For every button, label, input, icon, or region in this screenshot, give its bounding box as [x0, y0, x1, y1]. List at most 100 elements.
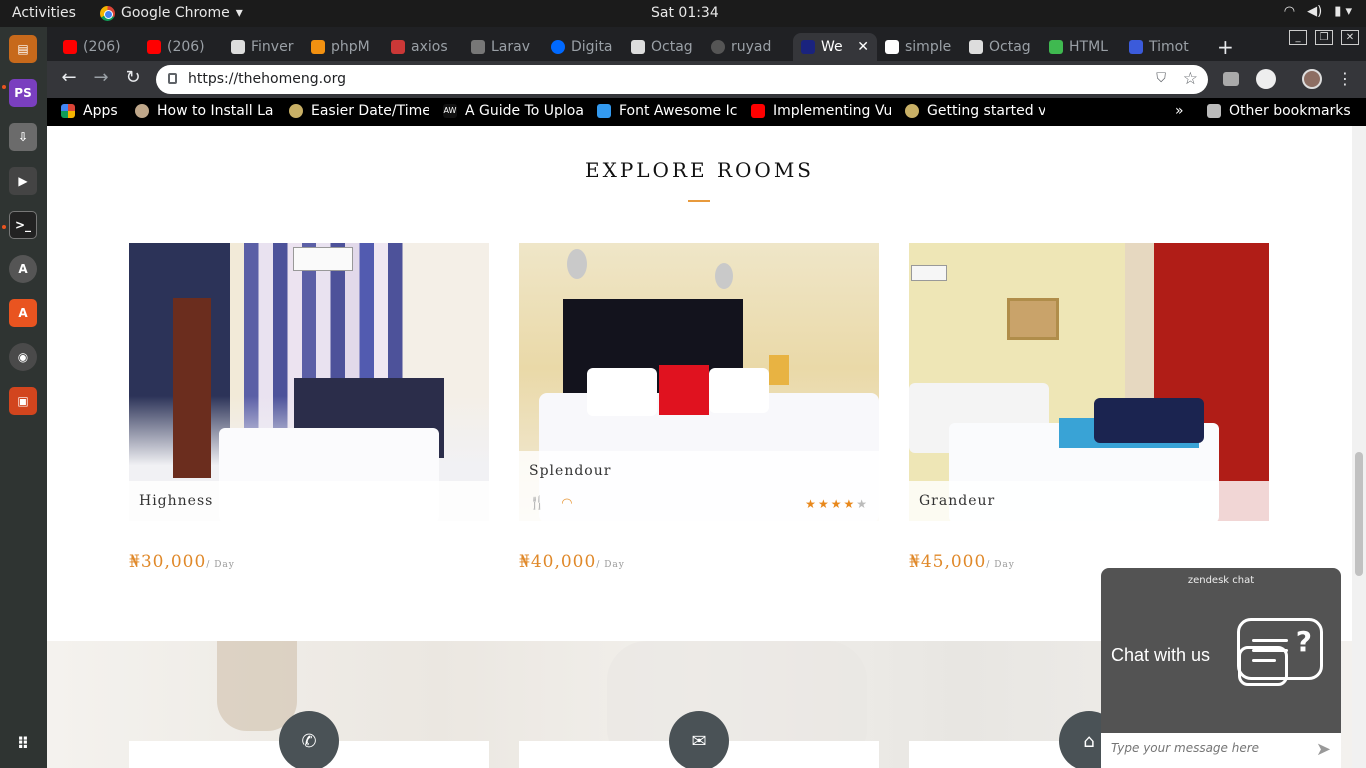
avatar[interactable]	[1302, 69, 1322, 89]
chrome-icon	[100, 5, 115, 21]
maximize-button[interactable]: ❐	[1315, 30, 1333, 45]
tab[interactable]: Digita	[543, 33, 623, 61]
price-amount: ₦45,000	[909, 552, 987, 572]
tab[interactable]: HTML	[1041, 33, 1121, 61]
room-card-grandeur[interactable]: Grandeur	[909, 243, 1269, 521]
page-scrollbar[interactable]	[1352, 126, 1366, 768]
tab[interactable]: Octag	[623, 33, 703, 61]
envelope-icon[interactable]: ✉	[669, 711, 729, 768]
scrollbar-thumb[interactable]	[1355, 452, 1363, 576]
bookmark-apps[interactable]: Apps	[61, 103, 131, 119]
new-tab-button[interactable]: +	[1209, 33, 1239, 61]
phpstorm-icon[interactable]: PS	[9, 79, 37, 107]
wall-lamp	[567, 249, 587, 279]
menu-kebab-icon[interactable]: ⋮	[1333, 69, 1357, 88]
clock[interactable]: Sat 01:34	[651, 5, 719, 21]
close-window-button[interactable]: ✕	[1341, 30, 1359, 45]
room-name[interactable]: Grandeur	[919, 493, 995, 509]
tab[interactable]: Finver	[223, 33, 303, 61]
price-amount: ₦30,000	[129, 552, 207, 572]
video-editor-icon[interactable]: ▶	[9, 167, 37, 195]
browser-toolbar: ← → ↻ https://thehomeng.org ⛉ ☆ ⋮	[47, 61, 1366, 98]
star-icon: ★	[830, 497, 842, 511]
wifi-icon: ◠	[1283, 4, 1296, 19]
phone-icon[interactable]: ✆	[279, 711, 339, 768]
wifi-icon: ◠	[561, 496, 573, 511]
white-pillow	[709, 368, 769, 413]
dock: ▤ PS ⇩ ▶ >_ A A ◉ ▣ ⠿	[0, 27, 47, 768]
bookmark-item[interactable]: Getting started v	[905, 103, 1045, 119]
archive-icon[interactable]: ▣	[9, 387, 37, 415]
bookmark-favicon-icon	[135, 104, 149, 118]
room-name[interactable]: Highness	[139, 493, 213, 509]
table-lamp	[769, 355, 789, 385]
other-bookmarks[interactable]: Other bookmarks	[1207, 103, 1351, 119]
chat-brand: zendesk chat	[1187, 575, 1255, 586]
tab[interactable]: (206)	[55, 33, 139, 61]
ubuntu-software-icon[interactable]: A	[9, 299, 37, 327]
minimize-button[interactable]: _	[1289, 30, 1307, 45]
air-conditioner	[293, 247, 353, 271]
reload-icon[interactable]: ↻	[121, 67, 145, 88]
tab[interactable]: Larav	[463, 33, 543, 61]
air-conditioner	[911, 265, 947, 281]
terminal-icon[interactable]: >_	[9, 211, 37, 239]
npm-icon	[391, 40, 405, 54]
bookmark-item[interactable]: Font Awesome Ic	[597, 103, 737, 119]
room-photo[interactable]	[129, 243, 489, 521]
activities-button[interactable]: Activities	[12, 5, 76, 21]
room-photo[interactable]	[909, 243, 1269, 521]
running-indicator	[2, 85, 6, 89]
star-icon: ★	[805, 497, 816, 511]
bookmark-item[interactable]: Easier Date/Time	[289, 103, 429, 119]
software-updater-icon[interactable]: A	[9, 255, 37, 283]
url-text[interactable]: https://thehomeng.org	[188, 71, 346, 87]
tab[interactable]: Octag	[961, 33, 1041, 61]
files-icon[interactable]: ▤	[9, 35, 37, 63]
bookmark-item[interactable]: AW A Guide To Uploa	[443, 103, 583, 119]
bookmark-item[interactable]: How to Install La	[135, 103, 275, 119]
back-arrow-icon[interactable]: ←	[57, 67, 81, 88]
chat-cta[interactable]: Chat with us	[1111, 645, 1210, 666]
wall-lamp	[715, 263, 733, 289]
bookmark-star-icon[interactable]: ☆	[1183, 69, 1198, 89]
door	[173, 298, 211, 478]
app-menu[interactable]: Google Chrome ▾	[100, 5, 243, 21]
tab[interactable]: (206)	[139, 33, 223, 61]
running-indicator	[2, 225, 6, 229]
room-name[interactable]: Splendour	[529, 463, 611, 479]
chat-widget[interactable]: zendesk chat Chat with us ? ➤	[1101, 568, 1341, 768]
youtube-icon	[751, 104, 765, 118]
tab[interactable]: simple	[877, 33, 961, 61]
chrome-dock-icon[interactable]: ◉	[9, 343, 37, 371]
send-icon[interactable]: ➤	[1316, 739, 1331, 760]
tab[interactable]: ruyad	[703, 33, 793, 61]
bookmark-item[interactable]: Implementing Vu	[751, 103, 891, 119]
tab[interactable]: Timot	[1121, 33, 1201, 61]
extension-icon[interactable]	[1256, 69, 1276, 89]
bookmarks-overflow-button[interactable]: »	[1175, 103, 1184, 119]
document-icon	[631, 40, 645, 54]
tab-active[interactable]: We ✕	[793, 33, 877, 61]
room-card-splendour[interactable]: Splendour 🍴 ◠ ★ ★ ★ ★ ★	[519, 243, 879, 521]
chat-message-input[interactable]	[1111, 741, 1301, 755]
laravel-icon	[471, 40, 485, 54]
tab[interactable]: axios	[383, 33, 463, 61]
address-bar[interactable]: https://thehomeng.org ⛉ ☆	[156, 65, 1208, 94]
tab[interactable]: phpM	[303, 33, 383, 61]
room-price: ₦30,000/ Day	[129, 552, 235, 572]
close-tab-icon[interactable]: ✕	[857, 39, 869, 55]
extension-icon[interactable]	[1223, 72, 1239, 86]
tab-strip: (206) (206) Finver phpM axios Larav Digi…	[47, 27, 1366, 61]
shield-icon	[1129, 40, 1143, 54]
forward-arrow-icon[interactable]: →	[89, 67, 113, 88]
installer-icon[interactable]: ⇩	[9, 123, 37, 151]
bookmark-favicon-icon	[289, 104, 303, 118]
room-caption: Grandeur	[909, 481, 1269, 521]
room-card-highness[interactable]: Highness	[129, 243, 489, 521]
show-apps-icon[interactable]: ⠿	[9, 729, 37, 757]
red-pillow	[659, 365, 709, 415]
system-tray[interactable]: ◠ ◀) ▮ ▾	[1284, 4, 1352, 19]
blocked-icon[interactable]: ⛉	[1156, 71, 1166, 86]
chat-input-bar: ➤	[1101, 733, 1341, 768]
